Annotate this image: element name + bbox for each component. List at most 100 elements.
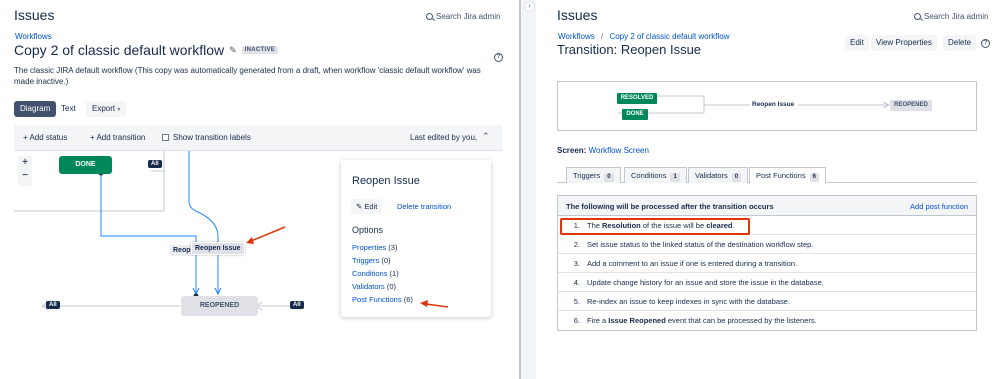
to-status-reopened: REOPENED xyxy=(890,100,932,111)
search-admin-label: Search Jira admin xyxy=(436,12,501,21)
search-admin-link[interactable]: Search Jira admin xyxy=(426,12,500,21)
all-badge-left[interactable]: All xyxy=(46,301,60,309)
add-transition-label: Add transition xyxy=(96,133,146,142)
post-functions-table: The following will be processed after th… xyxy=(557,195,977,331)
highlight-annotation xyxy=(560,218,750,235)
search-admin-link[interactable]: Search Jira admin xyxy=(914,12,988,21)
tab-label: Triggers xyxy=(573,171,601,180)
red-arrow-head xyxy=(246,237,254,244)
tab-count: 1 xyxy=(670,173,680,182)
status-node-done[interactable]: DONE xyxy=(59,156,112,174)
transition-line-done[interactable] xyxy=(100,173,197,293)
row-text: Re-index an issue to keep indexes in syn… xyxy=(587,297,791,306)
last-edited-text: Last edited by you, xyxy=(410,133,478,142)
chevron-down-icon: ▾ xyxy=(117,107,121,113)
tab-conditions[interactable]: Conditions 1 xyxy=(624,167,687,183)
breadcrumb-workflows[interactable]: Workflows xyxy=(558,32,595,41)
link-count: (3) xyxy=(388,243,398,252)
tab-count: 0 xyxy=(604,173,614,182)
checkbox[interactable] xyxy=(162,134,169,141)
link-label: Triggers xyxy=(352,256,380,265)
row-text: Fire a Issue Reopened event that can be … xyxy=(587,316,817,325)
row-number: 3. xyxy=(573,259,580,268)
table-header: The following will be processed after th… xyxy=(558,196,976,216)
diagram-toolbar: + Add status + Add transition Show trans… xyxy=(14,125,502,151)
tab-validators[interactable]: Validators 0 xyxy=(688,167,749,183)
bold-part: Issue Reopened xyxy=(608,316,666,325)
search-admin-label: Search Jira admin xyxy=(924,12,989,21)
edit-button[interactable]: ✎ Edit xyxy=(351,199,383,214)
pencil-icon[interactable]: ✎ xyxy=(229,45,237,56)
tab-post-functions[interactable]: Post Functions 6 xyxy=(749,167,826,184)
breadcrumb-separator: / xyxy=(600,32,604,41)
link-count: (1) xyxy=(389,269,399,278)
delete-button[interactable]: Delete xyxy=(943,35,977,51)
view-properties-button[interactable]: View Properties xyxy=(871,35,937,51)
post-functions-link[interactable]: Post Functions (6) xyxy=(352,295,413,304)
table-row: 5. Re-index an issue to keep indexes in … xyxy=(558,292,976,311)
tab-label: Validators xyxy=(695,171,728,180)
breadcrumb-workflow[interactable]: Copy 2 of classic default workflow xyxy=(609,32,729,41)
link-count: (6) xyxy=(403,295,413,304)
zoom-in-button[interactable]: + xyxy=(18,156,32,169)
link-count: (0) xyxy=(381,256,391,265)
help-icon[interactable]: ? xyxy=(981,39,990,48)
show-labels-toggle[interactable]: Show transition labels xyxy=(162,133,251,142)
breadcrumb-workflows[interactable]: Workflows xyxy=(15,32,52,41)
options-heading: Options xyxy=(352,225,384,235)
delete-transition-link[interactable]: Delete transition xyxy=(397,202,451,211)
conditions-link[interactable]: Conditions (1) xyxy=(352,269,399,278)
show-labels-label: Show transition labels xyxy=(173,133,251,142)
table-row: 2. Set issue status to the linked status… xyxy=(558,235,976,254)
row-text: Update change history for an issue and s… xyxy=(587,278,824,287)
row-number: 6. xyxy=(573,316,580,325)
search-icon xyxy=(426,13,433,20)
all-badge[interactable]: All xyxy=(148,160,162,168)
breadcrumb: Workflows / Copy 2 of classic default wo… xyxy=(558,32,730,41)
transition-details-popup: Reopen Issue ✎ Edit Delete transition Op… xyxy=(341,160,491,317)
screen-link[interactable]: Workflow Screen xyxy=(589,146,649,155)
screen-label: Screen: xyxy=(557,146,587,155)
export-dropdown[interactable]: Export ▾ xyxy=(86,101,127,117)
transition-label-partial[interactable]: Reop xyxy=(170,245,194,256)
status-node-reopened[interactable]: REOPENED xyxy=(181,296,258,316)
table-row: 4. Update change history for an issue an… xyxy=(558,273,976,292)
tab-label: Conditions xyxy=(631,171,667,180)
search-icon xyxy=(914,13,921,20)
from-status-done: DONE xyxy=(622,109,648,120)
add-transition-button[interactable]: + Add transition xyxy=(90,133,145,142)
add-post-function-link[interactable]: Add post function xyxy=(910,202,968,211)
transition-label-reopen[interactable]: Reopen Issue xyxy=(191,242,245,255)
table-heading: The following will be processed after th… xyxy=(566,202,774,211)
tab-count: 6 xyxy=(809,173,819,182)
tab-triggers[interactable]: Triggers 0 xyxy=(566,167,621,183)
panel-divider[interactable]: › xyxy=(519,0,536,379)
description-line-1: The classic JIRA default workflow (This … xyxy=(14,66,481,75)
red-annotation-arrow-2 xyxy=(420,300,449,308)
app-title: Issues xyxy=(557,7,598,23)
all-badge-right[interactable]: All xyxy=(290,301,304,309)
tab-label: Post Functions xyxy=(756,171,806,180)
triggers-link[interactable]: Triggers (0) xyxy=(352,256,391,265)
export-label: Export xyxy=(92,104,116,113)
row-number: 4. xyxy=(573,278,580,287)
validators-link[interactable]: Validators (0) xyxy=(352,282,396,291)
properties-link[interactable]: Properties (3) xyxy=(352,243,397,252)
status-badge: INACTIVE xyxy=(241,46,279,54)
chevron-right-icon[interactable]: › xyxy=(524,1,535,12)
page-title: Transition: Reopen Issue xyxy=(557,42,702,57)
edit-label: Edit xyxy=(364,202,378,211)
edit-button[interactable]: Edit xyxy=(845,35,869,51)
transition-line-resolved[interactable] xyxy=(188,151,219,293)
collapse-icon[interactable]: ⌃ xyxy=(482,131,490,142)
from-status-resolved: RESOLVED xyxy=(617,93,657,104)
add-status-button[interactable]: + Add status xyxy=(23,133,67,142)
add-status-label: Add status xyxy=(29,133,68,142)
transition-view-panel: Issues Search Jira admin Workflows / Cop… xyxy=(536,0,999,379)
tab-text[interactable]: Text xyxy=(55,101,82,117)
transition-tabs: Triggers 0 Conditions 1 Validators 0 Post F… xyxy=(557,167,977,184)
help-icon[interactable]: ? xyxy=(494,53,503,62)
zoom-out-button[interactable]: − xyxy=(18,169,32,182)
transition-diagram: RESOLVED DONE Reopen Issue REOPENED xyxy=(557,81,977,131)
tab-diagram[interactable]: Diagram xyxy=(14,101,57,117)
